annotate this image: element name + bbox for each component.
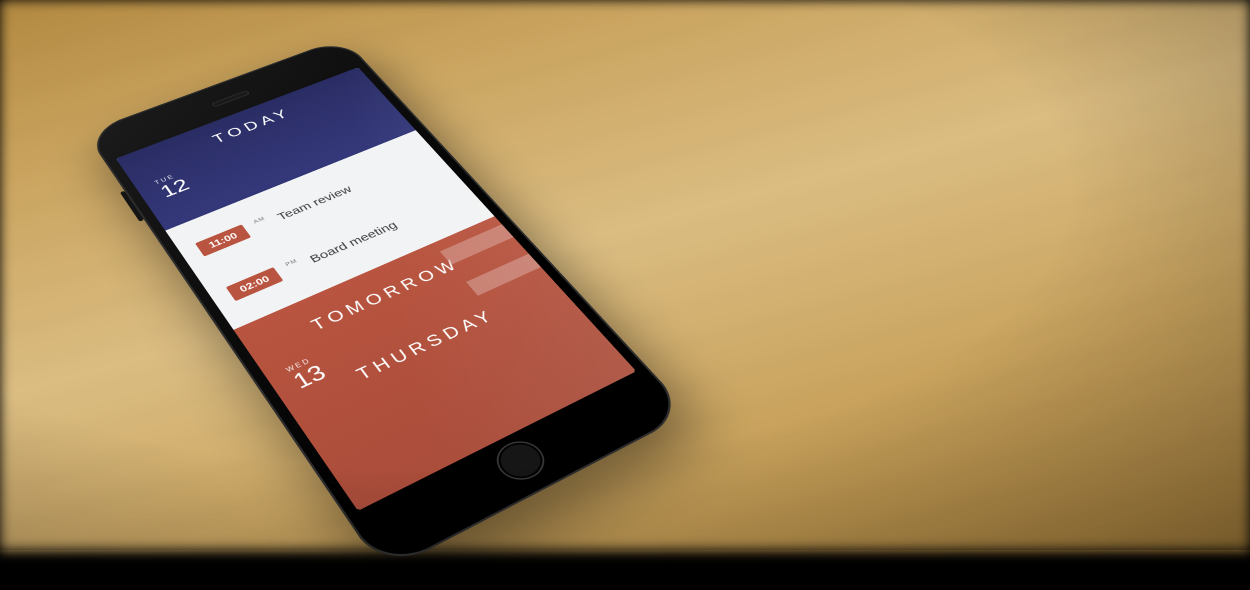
event-time-chip: 02:00 [226,267,284,301]
earpiece-speaker [211,90,250,107]
event-ampm: AM [252,216,266,224]
today-date: TUE 12 [153,171,192,201]
event-ampm: PM [284,258,298,267]
event-title: Board meeting [307,219,400,265]
event-time-chip: 11:00 [195,224,251,256]
event-title: Team review [275,183,355,222]
stage: TODAY TUE 12 11:00 AM Team review 02:00 … [0,0,1250,550]
phone-body: TODAY TUE 12 11:00 AM Team review 02:00 … [85,38,690,574]
phone-screen[interactable]: TODAY TUE 12 11:00 AM Team review 02:00 … [116,67,637,511]
home-button[interactable] [488,434,554,487]
